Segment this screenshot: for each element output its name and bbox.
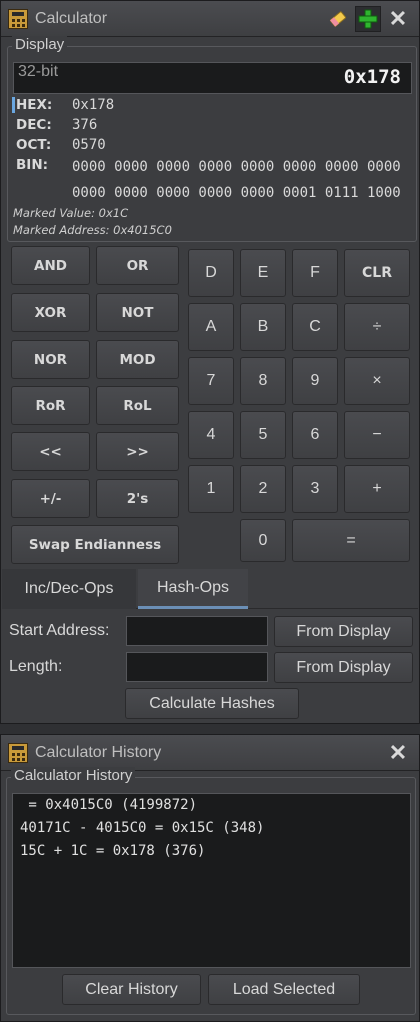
from-display-button-length[interactable]: From Display [274, 652, 413, 683]
key-7[interactable]: 7 [188, 357, 234, 405]
swap-endianness-button[interactable]: Swap Endianness [11, 525, 179, 564]
key-f[interactable]: F [292, 249, 338, 297]
key-2[interactable]: 2 [240, 465, 286, 513]
key-c[interactable]: C [292, 303, 338, 351]
and-button[interactable]: AND [11, 246, 90, 285]
marked-address: Marked Address: 0x4015C0 [13, 223, 172, 237]
load-selected-button[interactable]: Load Selected [208, 974, 360, 1005]
oct-value: 0570 [72, 137, 106, 153]
bin-value-line2: 0000 0000 0000 0000 0000 0001 0111 1000 [72, 185, 401, 201]
dec-label: DEC: [16, 117, 52, 133]
key-6[interactable]: 6 [292, 411, 338, 459]
history-title: Calculator History [35, 743, 162, 761]
start-address-label: Start Address: [9, 622, 110, 639]
calculator-app-icon [8, 742, 28, 763]
not-button[interactable]: NOT [96, 293, 179, 332]
key-a[interactable]: A [188, 303, 234, 351]
dec-value: 376 [72, 117, 98, 133]
start-address-input[interactable] [126, 616, 268, 646]
length-input[interactable] [126, 652, 268, 682]
nor-button[interactable]: NOR [11, 340, 90, 379]
calculator-app-icon [8, 8, 28, 29]
key-d[interactable]: D [188, 249, 234, 297]
mod-button[interactable]: MOD [96, 340, 179, 379]
key-0[interactable]: 0 [240, 519, 286, 562]
marked-value: Marked Value: 0x1C [13, 206, 129, 220]
key-8[interactable]: 8 [240, 357, 286, 405]
add-icon[interactable] [355, 5, 381, 32]
key-3[interactable]: 3 [292, 465, 338, 513]
oct-label: OCT: [16, 137, 52, 153]
list-item[interactable]: 40171C - 4015C0 = 0x15C (348) [20, 817, 403, 840]
tab-hash-ops[interactable]: Hash-Ops [138, 569, 248, 609]
history-list[interactable]: = 0x4015C0 (4199872) 40171C - 4015C0 = 0… [12, 793, 411, 968]
subtract-button[interactable]: − [344, 411, 410, 459]
calculator-panel: Calculator ✕ Display 32-bit 0x178 HEX: 0… [0, 0, 420, 724]
key-5[interactable]: 5 [240, 411, 286, 459]
calculate-hashes-button[interactable]: Calculate Hashes [125, 688, 299, 719]
ror-button[interactable]: RoR [11, 386, 90, 425]
bin-value-line1: 0000 0000 0000 0000 0000 0000 0000 0000 [72, 159, 401, 175]
key-b[interactable]: B [240, 303, 286, 351]
or-button[interactable]: OR [96, 246, 179, 285]
history-titlebar[interactable]: Calculator History ✕ [1, 735, 419, 771]
clear-history-button[interactable]: Clear History [62, 974, 201, 1005]
text-cursor [12, 97, 15, 113]
display-value: 0x178 [343, 66, 401, 88]
hex-label: HEX: [16, 97, 53, 113]
twos-complement-button[interactable]: 2's [96, 479, 179, 518]
calculator-title: Calculator [35, 9, 108, 27]
calculator-titlebar[interactable]: Calculator ✕ [1, 1, 419, 37]
close-icon[interactable]: ✕ [385, 6, 411, 32]
display-field[interactable]: 32-bit 0x178 [13, 62, 412, 94]
close-icon[interactable]: ✕ [385, 740, 411, 766]
key-4[interactable]: 4 [188, 411, 234, 459]
key-1[interactable]: 1 [188, 465, 234, 513]
negate-button[interactable]: +/- [11, 479, 90, 518]
rol-button[interactable]: RoL [96, 386, 179, 425]
ops-tabbar: Inc/Dec-Ops Hash-Ops [2, 569, 418, 609]
bit-mode: 32-bit [18, 63, 59, 80]
hex-value: 0x178 [72, 97, 115, 113]
xor-button[interactable]: XOR [11, 293, 90, 332]
history-group-label: Calculator History [11, 767, 136, 784]
shift-left-button[interactable]: << [11, 432, 90, 471]
from-display-button-start[interactable]: From Display [274, 616, 413, 647]
bin-label: BIN: [16, 157, 49, 173]
shift-right-button[interactable]: >> [96, 432, 179, 471]
length-label: Length: [9, 658, 63, 675]
key-9[interactable]: 9 [292, 357, 338, 405]
display-group-label: Display [12, 36, 68, 53]
tab-inc-dec-ops[interactable]: Inc/Dec-Ops [2, 569, 136, 609]
clear-button[interactable]: CLR [344, 249, 410, 297]
list-item[interactable]: 15C + 1C = 0x178 (376) [20, 840, 403, 863]
divide-button[interactable]: ÷ [344, 303, 410, 351]
equals-button[interactable]: = [292, 519, 410, 562]
list-item[interactable]: = 0x4015C0 (4199872) [20, 794, 403, 817]
key-e[interactable]: E [240, 249, 286, 297]
add-button[interactable]: + [344, 465, 410, 513]
eraser-icon[interactable] [325, 6, 351, 32]
multiply-button[interactable]: × [344, 357, 410, 405]
